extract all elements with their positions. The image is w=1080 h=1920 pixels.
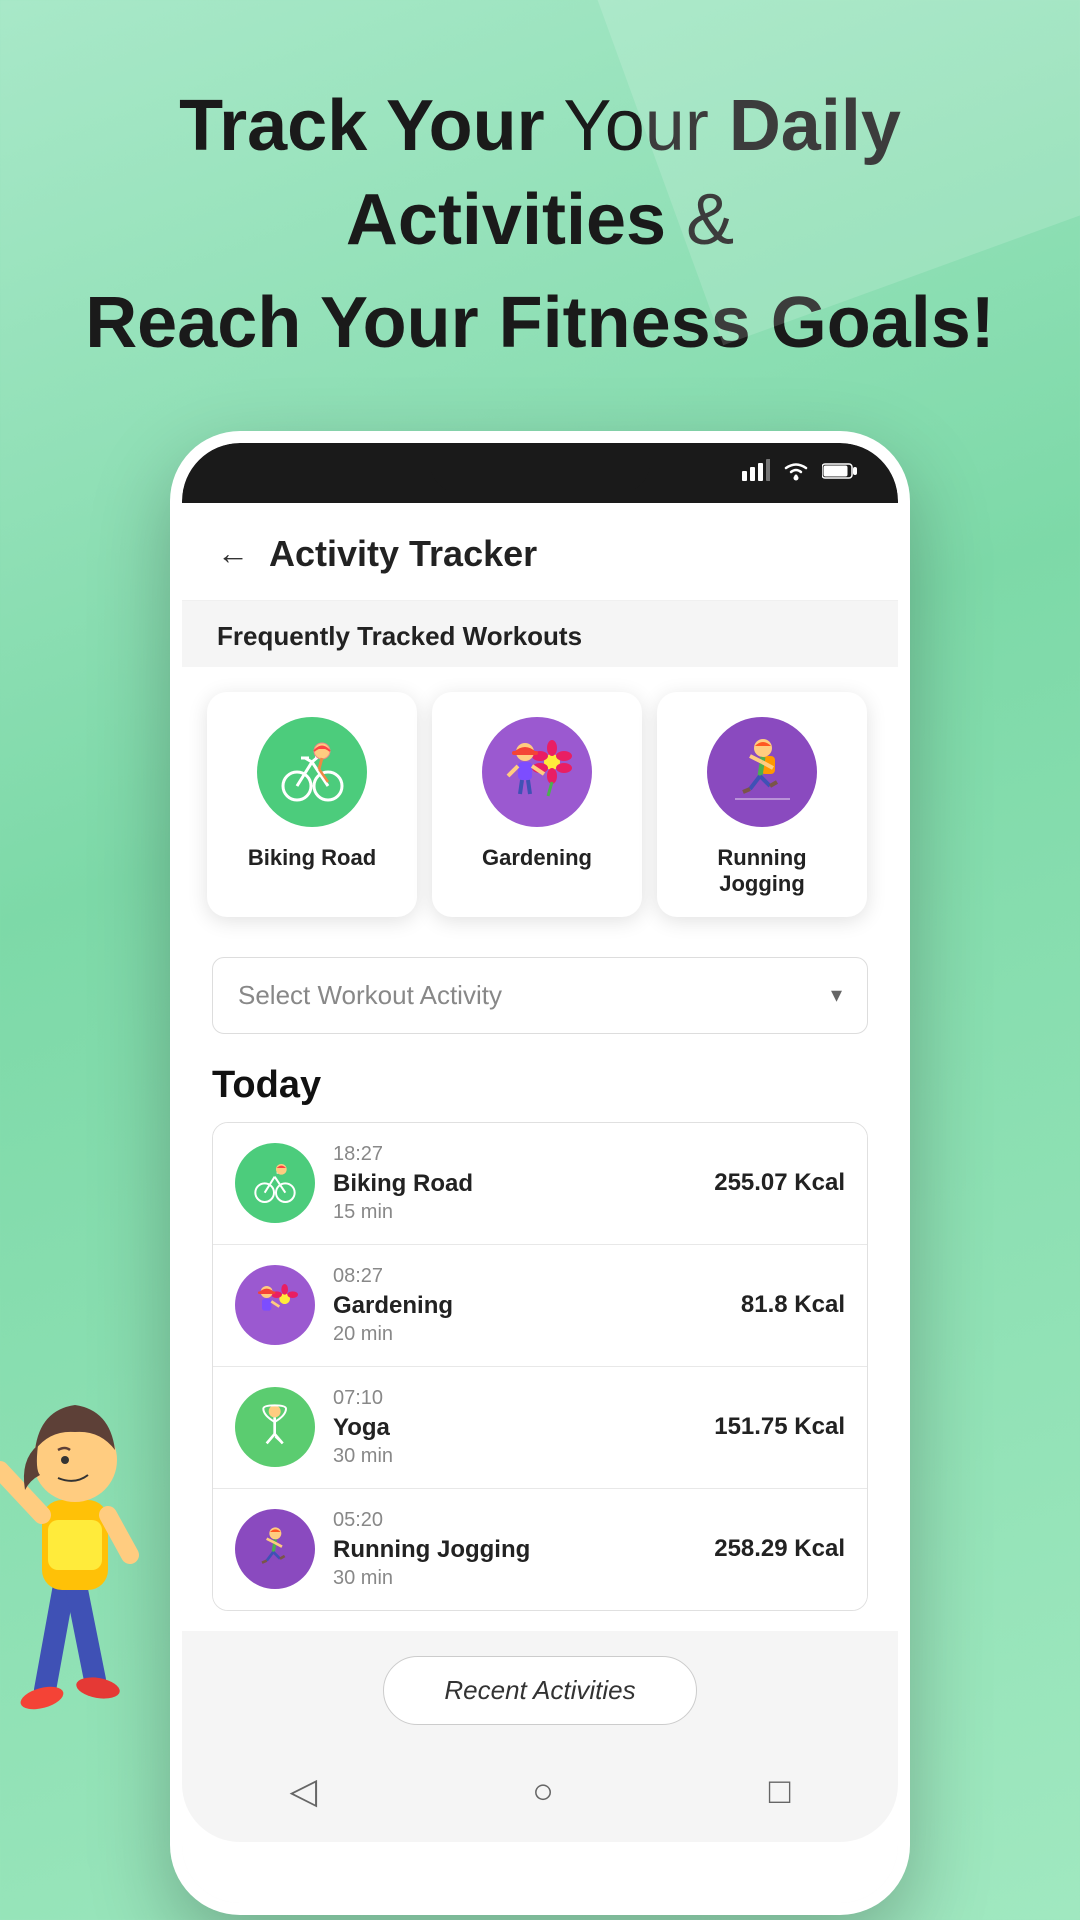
dropdown-arrow-icon: ▾ [831,982,842,1008]
bottom-nav: ◁ ○ □ [182,1750,898,1842]
activity-info-gardening: 08:27 Gardening 20 min [333,1265,723,1346]
nav-recents-button[interactable]: □ [769,1770,791,1812]
running-time: 05:20 [333,1509,696,1532]
status-bar [182,443,898,503]
yoga-name: Yoga [333,1414,696,1442]
hero-section: Track Your Your Daily Activities & Reach… [0,0,1080,411]
today-header: Today [212,1064,868,1107]
activity-item-gardening[interactable]: 08:27 Gardening 20 min 81.8 Kcal [213,1245,867,1367]
activity-avatar-yoga [235,1387,315,1467]
gardening-duration: 20 min [333,1323,723,1346]
workout-card-running[interactable]: Running Jogging [657,692,867,917]
app-content: ← Activity Tracker Frequently Tracked Wo… [182,503,898,1903]
dropdown-container: Select Workout Activity ▾ [182,937,898,1054]
biking-icon [257,717,367,827]
gardening-label: Gardening [452,845,622,871]
gardening-kcal: 81.8 Kcal [741,1291,845,1319]
workout-cards-wrapper: Biking Road [182,667,898,937]
activity-info-biking: 18:27 Biking Road 15 min [333,1143,696,1224]
biking-duration: 15 min [333,1201,696,1224]
workout-activity-dropdown[interactable]: Select Workout Activity ▾ [212,957,868,1034]
workout-card-gardening[interactable]: Gardening [432,692,642,917]
activity-avatar-gardening [235,1265,315,1345]
back-button[interactable]: ← [217,535,249,572]
biking-label: Biking Road [227,845,397,871]
phone-mockup: ← Activity Tracker Frequently Tracked Wo… [170,431,910,1915]
section-label: Frequently Tracked Workouts [182,601,898,667]
running-duration: 30 min [333,1567,696,1590]
wifi-icon [782,459,810,487]
running-name: Running Jogging [333,1536,696,1564]
biking-kcal: 255.07 Kcal [714,1169,845,1197]
activity-list: 18:27 Biking Road 15 min 255.07 Kcal [212,1122,868,1611]
workout-cards-row: Biking Road [182,682,898,937]
nav-home-button[interactable]: ○ [532,1770,554,1812]
character-illustration [0,1360,170,1740]
gardening-name: Gardening [333,1292,723,1320]
running-label: Running Jogging [677,845,847,897]
notch [430,443,650,493]
nav-back-button[interactable]: ◁ [289,1770,317,1812]
running-kcal: 258.29 Kcal [714,1535,845,1563]
activity-item-biking[interactable]: 18:27 Biking Road 15 min 255.07 Kcal [213,1123,867,1245]
gardening-time: 08:27 [333,1265,723,1288]
phone-inner: ← Activity Tracker Frequently Tracked Wo… [182,443,898,1903]
gardening-icon [482,717,592,827]
activity-item-yoga[interactable]: 07:10 Yoga 30 min 151.75 Kcal [213,1367,867,1489]
yoga-kcal: 151.75 Kcal [714,1413,845,1441]
phone-outer: ← Activity Tracker Frequently Tracked Wo… [170,431,910,1915]
today-section: Today [182,1054,898,1631]
status-icons [742,459,858,487]
app-header: ← Activity Tracker [182,503,898,601]
yoga-duration: 30 min [333,1445,696,1468]
activity-item-running[interactable]: 05:20 Running Jogging 30 min 258.29 Kcal [213,1489,867,1610]
recent-activities-button[interactable]: Recent Activities [383,1656,696,1725]
app-title: Activity Tracker [269,533,537,575]
activity-avatar-running [235,1509,315,1589]
signal-icon [742,459,770,487]
biking-name: Biking Road [333,1170,696,1198]
activity-avatar-biking [235,1143,315,1223]
battery-icon [822,460,858,486]
activity-info-running: 05:20 Running Jogging 30 min [333,1509,696,1590]
hero-line2: Reach Your Fitness Goals! [60,277,1020,371]
biking-time: 18:27 [333,1143,696,1166]
recent-btn-container: Recent Activities [182,1631,898,1750]
activity-info-yoga: 07:10 Yoga 30 min [333,1387,696,1468]
hero-line1: Track Your Your Daily Activities & [60,80,1020,267]
yoga-time: 07:10 [333,1387,696,1410]
running-icon [707,717,817,827]
workout-card-biking[interactable]: Biking Road [207,692,417,917]
dropdown-placeholder: Select Workout Activity [238,980,502,1011]
